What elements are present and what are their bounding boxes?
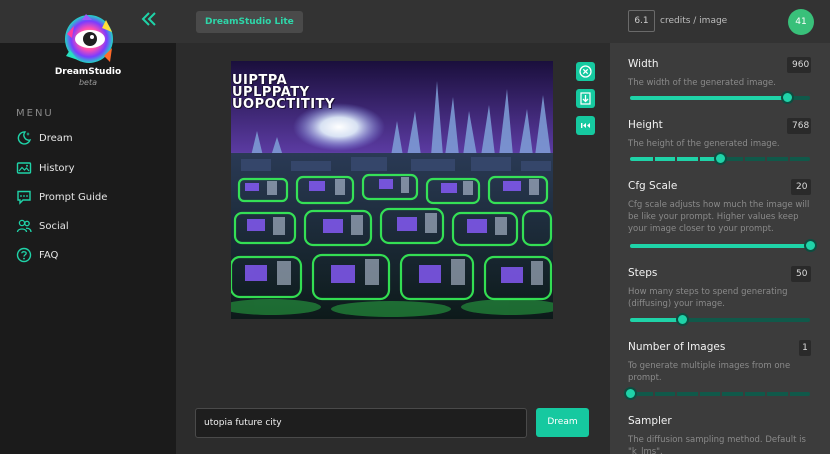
sampler-description: The diffusion sampling method. Default i… <box>628 435 806 454</box>
credits-value: 6.1 <box>628 10 655 32</box>
slider-tick <box>653 392 655 396</box>
slider-thumb[interactable] <box>804 239 817 252</box>
slider-tick <box>788 157 790 161</box>
slider-tick <box>743 157 745 161</box>
sidebar-item-dream[interactable]: Dream <box>16 128 73 148</box>
download-image-button[interactable] <box>576 89 595 108</box>
brand-subtitle: beta <box>78 78 98 87</box>
slider-tick <box>788 392 790 396</box>
discard-image-button[interactable] <box>576 62 595 81</box>
sidebar-item-label: Social <box>39 220 69 232</box>
slider-tick <box>765 392 767 396</box>
sidebar-item-social[interactable]: Social <box>16 216 69 236</box>
dream-button[interactable]: Dream <box>536 408 589 437</box>
cfg-scale-value[interactable]: 20 <box>791 179 811 195</box>
width-description: The width of the generated image. <box>628 78 776 88</box>
prompt-input[interactable] <box>195 408 527 438</box>
people-icon <box>16 219 32 233</box>
image-text-line: UOPOCTITITY <box>232 97 335 112</box>
width-value[interactable]: 960 <box>787 57 811 73</box>
slider-ticks <box>630 244 810 248</box>
download-icon <box>580 92 591 105</box>
close-circle-icon <box>579 65 592 78</box>
dreamstudio-logo-icon[interactable] <box>62 12 116 66</box>
credits-label: credits / image <box>660 16 728 26</box>
menu-label: MENU <box>16 108 54 119</box>
sidebar-item-faq[interactable]: FAQ <box>16 245 58 265</box>
sidebar-item-history[interactable]: History <box>16 158 75 178</box>
generated-image[interactable]: UIPTPA UPLPPATY UOPOCTITITY <box>231 61 553 319</box>
sampler-label: Sampler <box>628 415 672 427</box>
slider-tick <box>720 392 722 396</box>
slider-ticks <box>630 392 810 396</box>
restart-button[interactable] <box>576 116 595 135</box>
number-of-images-value[interactable]: 1 <box>799 340 811 356</box>
slider-tick <box>765 157 767 161</box>
steps-description: How many steps to spend generating (diff… <box>628 287 788 309</box>
slider-tick <box>698 392 700 396</box>
slider-thumb[interactable] <box>624 387 637 400</box>
number-of-images-description: To generate multiple images from one pro… <box>628 361 791 383</box>
height-label: Height <box>628 119 663 131</box>
height-description: The height of the generated image. <box>628 139 780 149</box>
steps-value[interactable]: 50 <box>791 266 811 282</box>
sparkle-moon-icon <box>17 131 32 145</box>
skip-back-icon <box>581 123 590 128</box>
slider-tick <box>698 157 700 161</box>
slider-ticks <box>630 318 810 322</box>
height-slider[interactable] <box>630 152 810 165</box>
height-value[interactable]: 768 <box>787 118 811 134</box>
image-text-overlay: UIPTPA UPLPPATY UOPOCTITITY <box>231 61 553 111</box>
chat-bubble-icon <box>17 190 31 205</box>
sidebar-item-label: Dream <box>39 132 73 144</box>
cfg-scale-slider[interactable] <box>630 239 817 252</box>
steps-label: Steps <box>628 267 658 279</box>
number-of-images-slider[interactable] <box>624 387 810 400</box>
brand-name: DreamStudio <box>54 67 122 77</box>
width-slider[interactable] <box>630 91 810 104</box>
avatar[interactable]: 41 <box>788 9 814 35</box>
edition-badge: DreamStudio Lite <box>196 11 303 33</box>
slider-thumb[interactable] <box>781 91 794 104</box>
slider-tick <box>675 157 677 161</box>
steps-slider[interactable] <box>630 313 810 326</box>
cfg-scale-description: Cfg scale adjusts how much the image wil… <box>628 200 810 234</box>
slider-tick <box>653 157 655 161</box>
slider-tick <box>675 392 677 396</box>
width-label: Width <box>628 58 659 70</box>
question-circle-icon <box>16 247 32 263</box>
sidebar-item-label: FAQ <box>39 249 59 261</box>
cfg-scale-label: Cfg Scale <box>628 180 678 192</box>
sidebar-item-label: History <box>39 162 75 174</box>
sidebar-item-prompt-guide[interactable]: Prompt Guide <box>16 187 107 207</box>
slider-thumb[interactable] <box>676 313 689 326</box>
slider-thumb[interactable] <box>714 152 727 165</box>
collapse-sidebar-icon[interactable] <box>140 10 158 28</box>
image-gallery-icon <box>16 162 32 174</box>
number-of-images-label: Number of Images <box>628 341 726 353</box>
sidebar-item-label: Prompt Guide <box>39 191 108 203</box>
slider-tick <box>743 392 745 396</box>
